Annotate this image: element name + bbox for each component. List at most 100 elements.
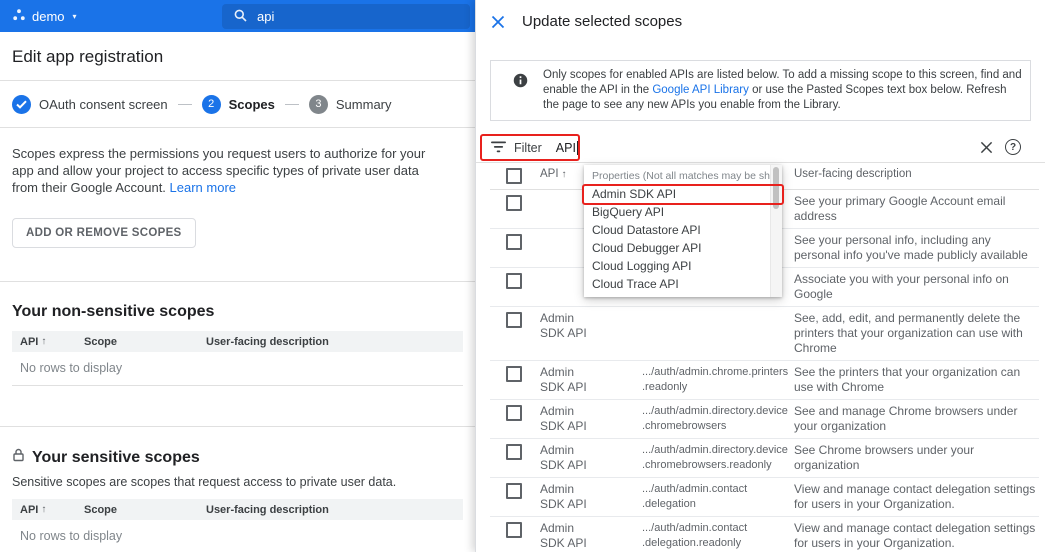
- row-scope: .../auth/admin.contact.delegation: [642, 482, 794, 512]
- table-row: Admin SDK API .../auth/admin.directory.d…: [490, 439, 1039, 478]
- column-header-api[interactable]: API↑: [12, 336, 84, 348]
- row-checkbox[interactable]: [506, 522, 522, 538]
- row-description: View and manage contact delegation setti…: [794, 521, 1039, 551]
- info-icon: [513, 73, 528, 93]
- column-header-api[interactable]: API↑: [12, 504, 84, 516]
- sort-ascending-icon: ↑: [41, 336, 46, 347]
- step-summary[interactable]: 3 Summary: [309, 95, 392, 114]
- scrollbar-thumb[interactable]: [773, 167, 779, 209]
- nonsensitive-empty-state: No rows to display: [12, 352, 463, 386]
- dropdown-item-cloud-logging-api[interactable]: Cloud Logging API: [584, 257, 782, 275]
- step-connector: [285, 104, 299, 105]
- search-icon: [222, 9, 257, 25]
- sort-ascending-icon: ↑: [41, 504, 46, 515]
- sensitive-table-header: API↑ Scope User-facing description: [12, 499, 463, 520]
- project-icon: [12, 8, 26, 25]
- dropdown-item-bigquery-api[interactable]: BigQuery API: [584, 203, 782, 221]
- row-api: Admin SDK API: [540, 404, 602, 434]
- column-header-description[interactable]: User-facing description: [794, 167, 1039, 182]
- sensitive-scopes-title-text: Your sensitive scopes: [32, 449, 200, 467]
- row-checkbox[interactable]: [506, 483, 522, 499]
- row-checkbox[interactable]: [506, 312, 522, 328]
- select-all-checkbox[interactable]: [506, 168, 522, 184]
- filter-bar: Filter API ?: [476, 133, 1045, 163]
- row-description: See and manage Chrome browsers under you…: [794, 404, 1039, 434]
- row-description: See your primary Google Account email ad…: [794, 194, 1039, 224]
- step-connector: [178, 104, 192, 105]
- search-value: api: [257, 9, 274, 24]
- row-api: Admin SDK API: [540, 482, 602, 512]
- filter-label[interactable]: Filter: [514, 141, 542, 155]
- step-number: 2: [202, 95, 221, 114]
- column-header-scope[interactable]: Scope: [84, 336, 206, 348]
- row-checkbox[interactable]: [506, 366, 522, 382]
- table-row: Admin SDK API .../auth/admin.directory.d…: [490, 400, 1039, 439]
- row-scope: .../auth/admin.directory.device.chromebr…: [642, 443, 794, 473]
- filter-suggestions-dropdown: Properties (Not all matches may be shown…: [584, 165, 782, 297]
- row-scope: .../auth/admin.chrome.printers.readonly: [642, 365, 794, 395]
- row-api: Admin SDK API: [540, 311, 602, 341]
- sort-ascending-icon: ↑: [562, 167, 567, 182]
- row-description: See, add, edit, and permanently delete t…: [794, 311, 1039, 356]
- row-api: Admin SDK API: [540, 521, 602, 551]
- clear-filter-icon[interactable]: [980, 141, 993, 157]
- row-api: Admin SDK API: [540, 443, 602, 473]
- column-header-scope[interactable]: Scope: [84, 504, 206, 516]
- row-scope: .../auth/admin.directory.device.chromebr…: [642, 404, 794, 434]
- row-checkbox[interactable]: [506, 234, 522, 250]
- nonsensitive-scopes-title: Your non-sensitive scopes: [12, 303, 475, 321]
- screen: demo ▾ api Edit app registration OAuth c…: [0, 0, 1045, 552]
- step-scopes[interactable]: 2 Scopes: [202, 95, 275, 114]
- dropdown-item-admin-sdk-api[interactable]: Admin SDK API: [584, 185, 782, 203]
- top-app-bar: demo ▾ api: [0, 0, 475, 32]
- row-checkbox[interactable]: [506, 444, 522, 460]
- divider: [0, 281, 475, 282]
- divider: [0, 426, 475, 427]
- learn-more-link[interactable]: Learn more: [170, 180, 236, 195]
- step-number: 3: [309, 95, 328, 114]
- row-description: View and manage contact delegation setti…: [794, 482, 1039, 512]
- dropdown-item-cloud-trace-api[interactable]: Cloud Trace API: [584, 275, 782, 293]
- step-oauth-consent-screen[interactable]: OAuth consent screen: [12, 95, 168, 114]
- scopes-intro: Scopes express the permissions you reque…: [12, 145, 444, 196]
- info-banner: Only scopes for enabled APIs are listed …: [490, 60, 1031, 121]
- step-label: Summary: [336, 97, 392, 112]
- column-header-description[interactable]: User-facing description: [206, 336, 463, 348]
- step-check-icon: [12, 95, 31, 114]
- table-row: Admin SDK API .../auth/admin.contact.del…: [490, 478, 1039, 517]
- text-caret: [577, 141, 578, 155]
- sensitive-empty-state: No rows to display: [12, 520, 463, 552]
- column-header-description[interactable]: User-facing description: [206, 504, 463, 516]
- dropdown-item-cloud-datastore-api[interactable]: Cloud Datastore API: [584, 221, 782, 239]
- close-icon[interactable]: [491, 15, 506, 30]
- row-description: Associate you with your personal info on…: [794, 272, 1039, 302]
- dropdown-section-header: Properties (Not all matches may be shown…: [584, 165, 782, 185]
- row-checkbox[interactable]: [506, 273, 522, 289]
- page-header: Edit app registration: [0, 32, 475, 81]
- add-remove-scopes-button[interactable]: ADD OR REMOVE SCOPES: [12, 218, 196, 248]
- row-description: See Chrome browsers under your organizat…: [794, 443, 1039, 473]
- dropdown-scrollbar[interactable]: [770, 165, 782, 297]
- row-description: See the printers that your organization …: [794, 365, 1039, 395]
- row-description: See your personal info, including any pe…: [794, 233, 1039, 263]
- stepper: OAuth consent screen 2 Scopes 3 Summary: [0, 81, 475, 128]
- step-label: OAuth consent screen: [39, 97, 168, 112]
- table-row: Admin SDK API .../auth/admin.contact.del…: [490, 517, 1039, 552]
- row-checkbox[interactable]: [506, 405, 522, 421]
- project-selector[interactable]: demo ▾: [0, 8, 77, 25]
- caret-down-icon: ▾: [73, 12, 77, 21]
- page-title: Edit app registration: [12, 47, 463, 67]
- help-icon[interactable]: ?: [1005, 139, 1021, 155]
- filter-icon: [491, 141, 506, 156]
- panel-title: Update selected scopes: [522, 13, 682, 30]
- project-name: demo: [32, 9, 65, 24]
- row-api: Admin SDK API: [540, 365, 602, 395]
- google-api-library-link[interactable]: Google API Library: [652, 84, 749, 96]
- row-checkbox[interactable]: [506, 195, 522, 211]
- step-label: Scopes: [229, 97, 275, 112]
- row-scope: .../auth/admin.contact.delegation.readon…: [642, 521, 794, 551]
- dropdown-item-cloud-debugger-api[interactable]: Cloud Debugger API: [584, 239, 782, 257]
- filter-input[interactable]: API: [556, 141, 576, 155]
- search-input[interactable]: api: [222, 4, 470, 29]
- lock-icon: [12, 448, 25, 467]
